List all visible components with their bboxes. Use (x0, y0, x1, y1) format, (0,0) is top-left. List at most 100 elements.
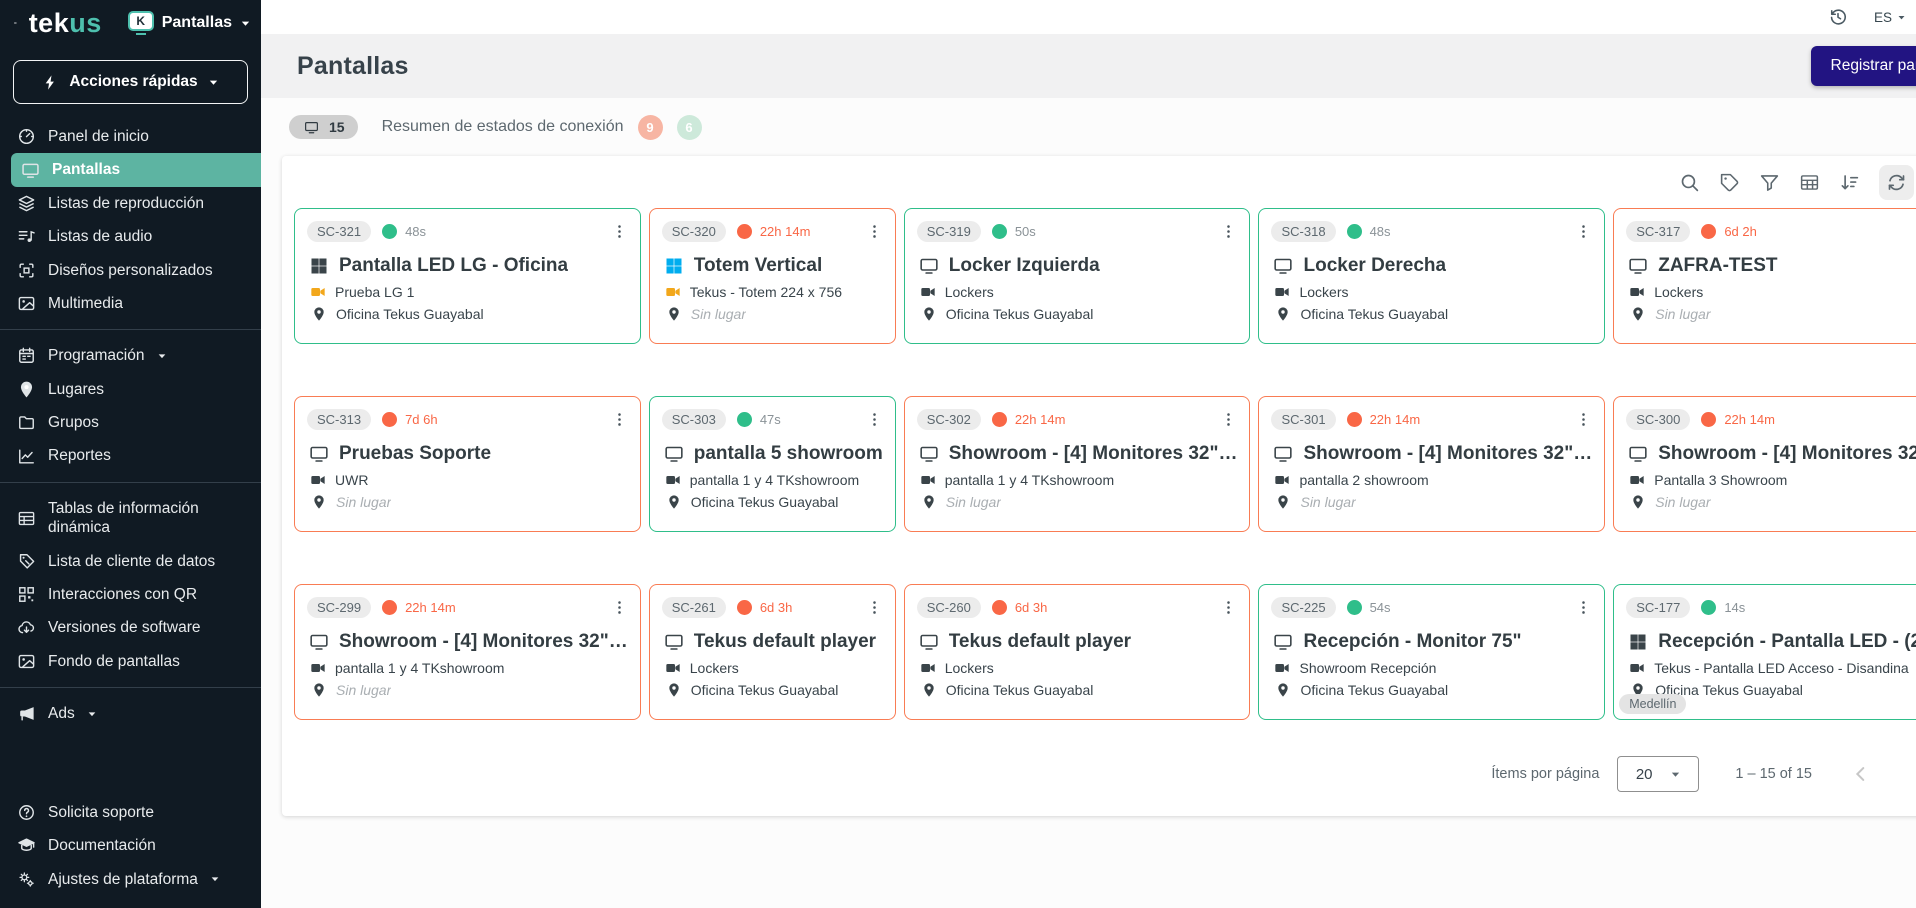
screen-card[interactable]: SC-177 14s Recepción - Pantalla LED - (2… (1613, 584, 1916, 720)
playlist-link[interactable]: pantalla 2 showroom (1299, 472, 1428, 488)
screen-card[interactable]: SC-318 48s Locker Derecha Lockers Oficin… (1258, 208, 1605, 344)
location-link[interactable]: Oficina Tekus Guayabal (1300, 306, 1448, 322)
sidebar-item-programacion[interactable]: Programación (0, 339, 261, 372)
location-link[interactable]: Oficina Tekus Guayabal (691, 682, 839, 698)
screen-title[interactable]: Pantalla LED LG - Oficina (339, 255, 568, 277)
screen-title[interactable]: Tekus default player (949, 631, 1131, 653)
screen-card[interactable]: SC-261 6d 3h Tekus default player Locker… (649, 584, 896, 720)
screen-title[interactable]: Locker Izquierda (949, 255, 1100, 277)
app-selector-dropdown[interactable]: K Pantallas (128, 11, 251, 35)
screen-card[interactable]: SC-300 22h 14m Showroom - [4] Monitores … (1613, 396, 1916, 532)
previous-page-button[interactable] (1850, 763, 1872, 785)
sidebar-item-solicita-soporte[interactable]: Solicita soporte (0, 796, 261, 829)
sidebar-item-versiones-de-software[interactable]: Versiones de software (0, 611, 261, 644)
sort-icon[interactable] (1839, 172, 1860, 193)
playlist-link[interactable]: pantalla 1 y 4 TKshowroom (690, 472, 859, 488)
sidebar-item-reportes[interactable]: Reportes (0, 439, 261, 472)
items-per-page-select[interactable]: 20 (1617, 756, 1699, 792)
screen-title[interactable]: Tekus default player (694, 631, 876, 653)
playlist-link[interactable]: Showroom Recepción (1299, 660, 1436, 676)
screen-title[interactable]: ZAFRA-TEST (1658, 255, 1777, 277)
screen-title[interactable]: Recepción - Pantalla LED - (2… (1658, 631, 1916, 653)
playlist-link[interactable]: pantalla 1 y 4 TKshowroom (945, 472, 1114, 488)
screen-card[interactable]: SC-302 22h 14m Showroom - [4] Monitores … (904, 396, 1251, 532)
screen-card[interactable]: SC-321 48s Pantalla LED LG - Oficina Pru… (294, 208, 641, 344)
screen-card[interactable]: SC-319 50s Locker Izquierda Lockers Ofic… (904, 208, 1251, 344)
screen-title[interactable]: Showroom - [4] Monitores 32"… (339, 631, 628, 653)
screen-title[interactable]: Showroom - [4] Monitores 32"… (949, 443, 1238, 465)
playlist-link[interactable]: Lockers (945, 660, 994, 676)
screen-card[interactable]: SC-299 22h 14m Showroom - [4] Monitores … (294, 584, 641, 720)
sidebar-item-ajustes-de-plataforma[interactable]: Ajustes de plataforma (0, 863, 261, 896)
location-link[interactable]: Oficina Tekus Guayabal (1300, 682, 1448, 698)
playlist-link[interactable]: Pantalla 3 Showroom (1654, 472, 1787, 488)
sidebar-item-listas-de-audio[interactable]: Listas de audio (0, 220, 261, 253)
sidebar-item-interacciones-con-qr[interactable]: Interacciones con QR (0, 578, 261, 611)
table-view-icon[interactable] (1799, 172, 1820, 193)
playlist-link[interactable]: UWR (335, 472, 368, 488)
screen-card[interactable]: SC-301 22h 14m Showroom - [4] Monitores … (1258, 396, 1605, 532)
location-link[interactable]: Oficina Tekus Guayabal (946, 682, 1094, 698)
location-link[interactable]: Oficina Tekus Guayabal (691, 494, 839, 510)
playlist-link[interactable]: Prueba LG 1 (335, 284, 414, 300)
card-menu-button[interactable] (866, 411, 883, 428)
playlist-link[interactable]: Tekus - Totem 224 x 756 (690, 284, 842, 300)
sidebar-item-listas-de-reproduccion[interactable]: Listas de reproducción (0, 187, 261, 220)
screen-title[interactable]: pantalla 5 showroom (694, 443, 883, 465)
quick-actions-button[interactable]: Acciones rápidas (13, 60, 248, 104)
playlist-link[interactable]: pantalla 1 y 4 TKshowroom (335, 660, 504, 676)
playlist-link[interactable]: Tekus - Pantalla LED Acceso - Disandina (1654, 660, 1908, 676)
language-selector[interactable]: ES (1874, 10, 1906, 25)
card-menu-button[interactable] (1220, 599, 1237, 616)
sidebar-item-pantallas[interactable]: Pantallas (11, 153, 261, 186)
card-menu-button[interactable] (1575, 223, 1592, 240)
sidebar-item-disenos-personalizados[interactable]: Diseños personalizados (0, 254, 261, 287)
playlist-link[interactable]: Lockers (690, 660, 739, 676)
topbar: ES (261, 0, 1916, 34)
card-menu-button[interactable] (611, 411, 628, 428)
playlist-link[interactable]: Lockers (945, 284, 994, 300)
filter-icon[interactable] (1759, 172, 1780, 193)
sidebar-item-documentacion[interactable]: Documentación (0, 829, 261, 862)
card-menu-button[interactable] (1220, 411, 1237, 428)
screen-card[interactable]: SC-225 54s Recepción - Monitor 75" Showr… (1258, 584, 1605, 720)
sidebar-item-ads[interactable]: Ads (0, 697, 261, 730)
sidebar-item-lista-de-cliente-de-datos[interactable]: Lista de cliente de datos (0, 545, 261, 578)
sync-icon[interactable] (1879, 165, 1914, 200)
screen-card[interactable]: SC-313 7d 6h Pruebas Soporte UWR Sin lug… (294, 396, 641, 532)
menu-icon[interactable] (14, 11, 17, 35)
card-menu-button[interactable] (1220, 223, 1237, 240)
sidebar-item-fondo-de-pantallas[interactable]: Fondo de pantallas (0, 645, 261, 678)
screen-card[interactable]: SC-303 47s pantalla 5 showroom pantalla … (649, 396, 896, 532)
screen-card[interactable]: SC-320 22h 14m Totem Vertical Tekus - To… (649, 208, 896, 344)
card-menu-button[interactable] (866, 599, 883, 616)
screen-title[interactable]: Totem Vertical (694, 255, 822, 277)
screen-card[interactable]: SC-317 6d 2h ZAFRA-TEST Lockers Sin luga… (1613, 208, 1916, 344)
sidebar-item-panel-de-inicio[interactable]: Panel de inicio (0, 120, 261, 153)
card-menu-button[interactable] (1575, 411, 1592, 428)
screen-title[interactable]: Pruebas Soporte (339, 443, 491, 465)
screen-title[interactable]: Locker Derecha (1303, 255, 1446, 277)
card-menu-button[interactable] (611, 599, 628, 616)
screen-card[interactable]: SC-260 6d 3h Tekus default player Locker… (904, 584, 1251, 720)
screen-title[interactable]: Showroom - [4] Monitores 32"… (1658, 443, 1916, 465)
sidebar-item-grupos[interactable]: Grupos (0, 406, 261, 439)
playlist-link[interactable]: Lockers (1299, 284, 1348, 300)
next-page-button[interactable] (1910, 763, 1916, 785)
screen-title[interactable]: Recepción - Monitor 75" (1303, 631, 1521, 653)
sidebar-item-tablas-de-informacion-dinamica[interactable]: Tablas de información dinámica (0, 492, 261, 545)
sidebar-item-lugares[interactable]: Lugares (0, 373, 261, 406)
tag-icon[interactable] (1719, 172, 1740, 193)
register-screen-button[interactable]: Registrar pantalla (1811, 46, 1916, 86)
card-menu-button[interactable] (866, 223, 883, 240)
screen-title[interactable]: Showroom - [4] Monitores 32"… (1303, 443, 1592, 465)
history-icon[interactable] (1828, 7, 1848, 27)
location-link[interactable]: Oficina Tekus Guayabal (946, 306, 1094, 322)
playlist-link[interactable]: Lockers (1654, 284, 1703, 300)
sidebar-item-multimedia[interactable]: Multimedia (0, 287, 261, 320)
card-menu-button[interactable] (1575, 599, 1592, 616)
location-link[interactable]: Oficina Tekus Guayabal (336, 306, 484, 322)
monitor-icon (664, 444, 684, 464)
card-menu-button[interactable] (611, 223, 628, 240)
search-icon[interactable] (1679, 172, 1700, 193)
